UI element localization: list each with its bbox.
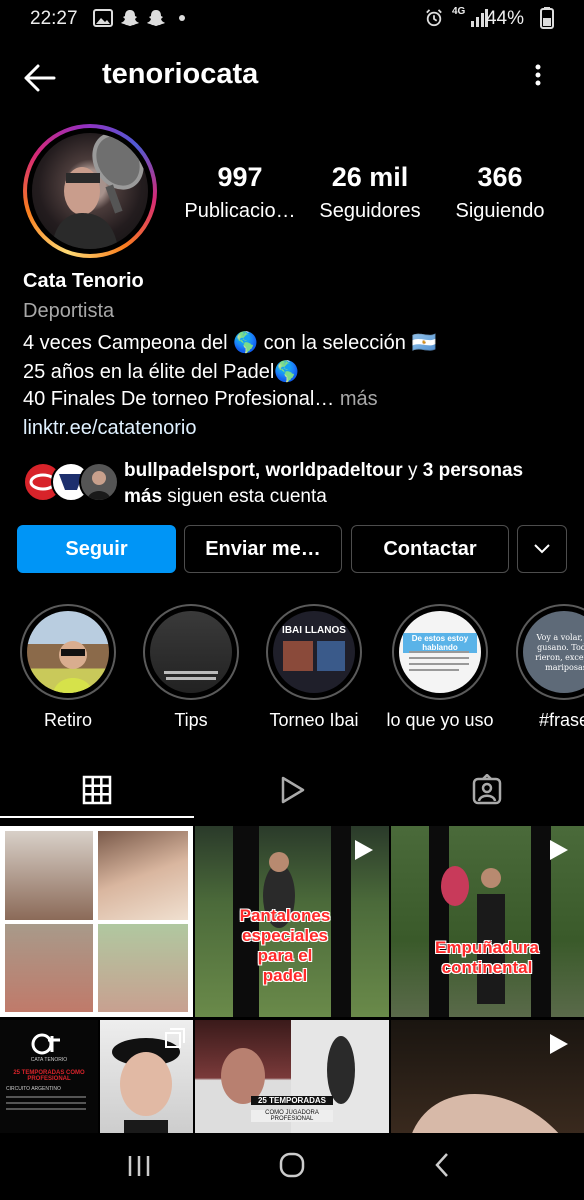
post-subtext: COMO JUGADORA PROFESIONAL	[251, 1110, 333, 1122]
mutual-followers-text[interactable]: bullpadelsport, worldpadeltour y 3 perso…	[124, 458, 564, 510]
highlight-label: Torneo Ibai	[269, 710, 359, 730]
profile-tabs	[0, 762, 584, 820]
reel-play-icon	[550, 840, 568, 860]
followers-count[interactable]: 26 mil	[310, 162, 430, 193]
highlight-label: Retiro	[43, 710, 92, 730]
post-overlay-text: 25 TEMPORADAS	[251, 1096, 333, 1105]
bio-link[interactable]: linktr.ee/catatenorio	[23, 417, 196, 440]
highlight-retiro[interactable]: Retiro	[20, 604, 120, 730]
following-label[interactable]: Siguiendo	[440, 200, 560, 223]
chevron-down-icon	[534, 544, 550, 554]
follow-button[interactable]: Seguir	[17, 525, 176, 573]
tab-posts[interactable]	[0, 762, 194, 818]
post-thumbnail[interactable]: Empuñadura continental	[391, 826, 584, 1017]
highlight-label: Tips	[174, 710, 208, 730]
posts-grid: Pantalones especiales para el padel Empu…	[0, 826, 584, 1136]
grid-icon	[82, 775, 112, 805]
reel-play-icon	[355, 840, 373, 860]
posts-label[interactable]: Publicacio…	[180, 200, 300, 223]
post-overlay-text: 25 TEMPORADAS COMO PROFESIONAL	[13, 1070, 85, 1082]
post-thumbnail[interactable]	[100, 1020, 193, 1136]
post-thumbnail[interactable]: CATA TENORIO 25 TEMPORADAS COMO PROFESIO…	[0, 1020, 98, 1136]
avatar	[79, 462, 119, 502]
following-count[interactable]: 366	[440, 162, 560, 193]
posts-count[interactable]: 997	[180, 162, 300, 193]
mutual-connector: y	[402, 460, 423, 481]
highlight-frase[interactable]: Voy a volar, dij gusano. Todos rieron, e…	[516, 604, 584, 730]
post-overlay-text: Pantalones especiales para el padel	[239, 906, 331, 985]
bio-line-text: 40 Finales De torneo Profesional…	[23, 388, 335, 410]
profile-category: Deportista	[23, 300, 115, 322]
highlight-cover: De estos estoy hablando	[399, 611, 481, 693]
highlight-torneo-ibai[interactable]: IBAI LLANOS Torneo Ibai	[266, 604, 366, 730]
highlight-lo-que-yo-uso[interactable]: De estos estoy hablando lo que yo uso	[386, 604, 494, 730]
bio-line: 40 Finales De torneo Profesional… más	[23, 388, 378, 411]
tab-reels[interactable]	[195, 762, 389, 818]
battery-icon	[540, 7, 554, 29]
post-logo-text: CATA TENORIO	[30, 1057, 68, 1063]
notification-dot-icon	[179, 15, 185, 21]
post-thumbnail[interactable]: Pantalones especiales para el padel	[195, 826, 389, 1017]
tab-tagged[interactable]	[390, 762, 584, 818]
mutual-suffix: siguen esta cuenta	[162, 486, 327, 507]
reels-icon	[281, 776, 305, 804]
profile-username: tenoriocata	[102, 58, 259, 90]
message-button[interactable]: Enviar me…	[184, 525, 342, 573]
carousel-icon	[165, 1028, 185, 1048]
highlight-cover	[150, 611, 232, 693]
back-arrow-icon[interactable]	[22, 60, 58, 96]
highlight-cover	[27, 611, 109, 693]
highlight-label: lo que yo uso	[386, 710, 494, 730]
back-icon[interactable]	[432, 1151, 452, 1179]
display-name: Cata Tenorio	[23, 270, 144, 292]
suggested-accounts-button[interactable]	[517, 525, 567, 573]
more-link[interactable]: más	[334, 388, 378, 410]
followers-label[interactable]: Seguidores	[310, 200, 430, 223]
post-thumbnail[interactable]	[0, 826, 193, 1017]
alarm-icon	[426, 9, 442, 27]
highlight-cover: IBAI LLANOS	[273, 611, 355, 693]
active-tab-indicator	[0, 816, 194, 818]
mutual-followers-avatars[interactable]	[23, 460, 123, 502]
avatar[interactable]	[23, 124, 157, 258]
post-thumbnail[interactable]: 25 TEMPORADAS COMO JUGADORA PROFESIONAL	[195, 1020, 389, 1136]
system-nav-bar	[0, 1133, 584, 1200]
status-time: 22:27	[30, 8, 78, 29]
snapchat-icon	[121, 10, 139, 26]
bio-line: 4 veces Campeona del 🌎 con la selección …	[23, 332, 437, 354]
post-overlay-text: Empuñadura continental	[435, 938, 539, 977]
post-thumbnail[interactable]	[391, 1020, 584, 1136]
highlight-cover-text: Voy a volar, dij gusano. Todos rieron, e…	[535, 633, 584, 672]
bio-line: 25 años en la élite del Padel🌎	[23, 361, 300, 383]
avatar-photo	[32, 133, 148, 249]
more-options-icon[interactable]	[528, 60, 548, 96]
snapchat-icon	[147, 10, 165, 26]
status-bar: 22:27 4G 44%	[0, 0, 584, 38]
recent-apps-icon[interactable]	[126, 1153, 152, 1179]
contact-button[interactable]: Contactar	[351, 525, 509, 573]
highlight-cover: Voy a volar, dij gusano. Todos rieron, e…	[523, 611, 584, 693]
mutual-accounts[interactable]: bullpadelsport, worldpadeltour	[124, 460, 403, 481]
network-type: 4G	[452, 6, 466, 17]
tagged-icon	[472, 774, 502, 805]
battery-percent: 44%	[485, 8, 524, 29]
brand-logo-icon	[31, 1033, 60, 1055]
gallery-icon	[93, 9, 113, 27]
highlight-tips[interactable]: Tips	[143, 604, 243, 730]
home-icon[interactable]	[278, 1151, 306, 1179]
highlight-label: #frase	[538, 710, 584, 730]
post-subtext: CIRCUITO ARGENTINO	[6, 1086, 61, 1092]
reel-play-icon	[550, 1034, 568, 1054]
